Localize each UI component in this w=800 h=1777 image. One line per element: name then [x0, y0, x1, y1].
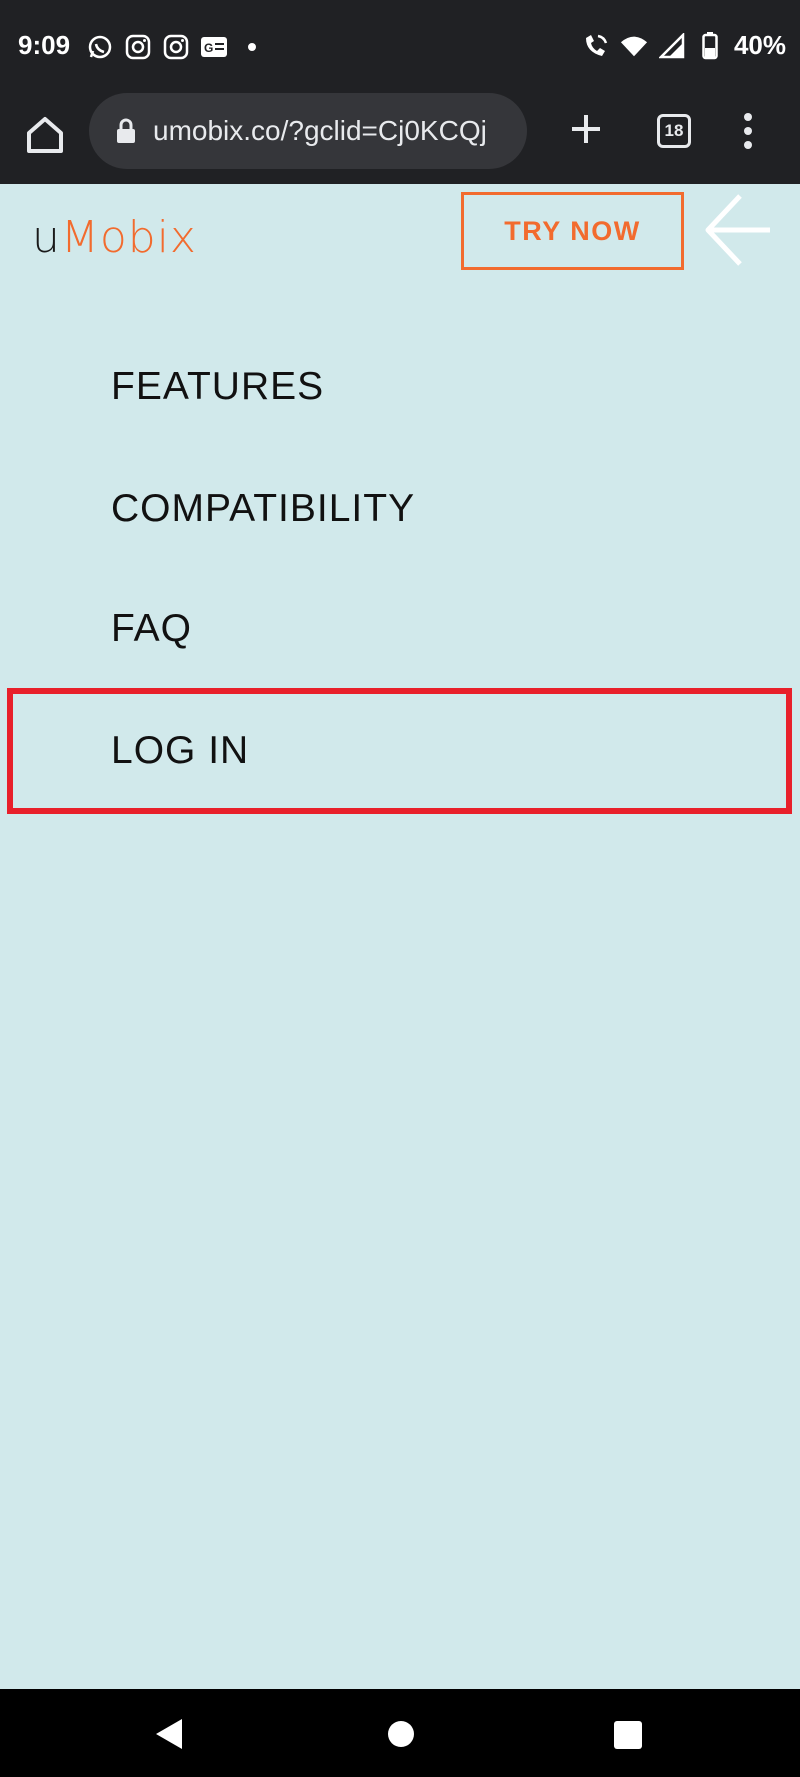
instagram-icon	[162, 33, 190, 61]
dot-icon	[238, 33, 266, 61]
tab-switcher-button[interactable]: 18	[657, 114, 691, 148]
new-tab-button[interactable]	[566, 109, 606, 149]
signal-icon	[658, 32, 686, 60]
status-bar: 9:09 G 40%	[0, 0, 800, 92]
browser-toolbar: umobix.co/?gclid=Cj0KCQj 18	[0, 92, 800, 184]
arrow-left-icon	[705, 194, 770, 266]
whatsapp-icon	[86, 33, 114, 61]
system-back-button[interactable]	[154, 1717, 184, 1751]
battery-percentage: 40%	[733, 30, 786, 60]
nav-item-faq[interactable]: FAQ	[111, 607, 192, 651]
nav-item-features[interactable]: FEATURES	[111, 365, 324, 409]
lock-icon	[115, 117, 137, 145]
page-content: uMobix TRY NOW FEATURES COMPATIBILITY FA…	[0, 184, 800, 1689]
system-icons: 40%	[582, 30, 786, 61]
home-icon	[27, 117, 63, 153]
battery-icon	[696, 31, 724, 60]
news-icon: G	[200, 33, 228, 61]
nav-item-compatibility[interactable]: COMPATIBILITY	[111, 487, 415, 531]
close-menu-button[interactable]	[704, 192, 772, 268]
url-text: umobix.co/?gclid=Cj0KCQj	[153, 115, 487, 146]
home-button[interactable]	[22, 112, 68, 158]
status-time: 9:09	[18, 30, 71, 60]
wifi-calling-icon	[582, 32, 610, 60]
system-home-button[interactable]	[388, 1721, 414, 1747]
system-navigation-bar	[0, 1689, 800, 1777]
address-bar[interactable]: umobix.co/?gclid=Cj0KCQj	[89, 93, 527, 169]
wifi-icon	[620, 32, 648, 60]
triangle-back-icon	[156, 1719, 182, 1749]
login-highlight-annotation	[7, 688, 792, 814]
notification-icons: G	[86, 33, 266, 61]
more-vert-icon	[744, 113, 752, 149]
umobix-logo[interactable]: uMobix	[32, 212, 197, 263]
browser-menu-button[interactable]	[736, 109, 760, 153]
instagram-icon	[124, 33, 152, 61]
system-recents-button[interactable]	[614, 1721, 642, 1749]
svg-text:G: G	[204, 41, 213, 55]
try-now-button[interactable]: TRY NOW	[461, 192, 684, 270]
plus-icon	[572, 115, 600, 143]
